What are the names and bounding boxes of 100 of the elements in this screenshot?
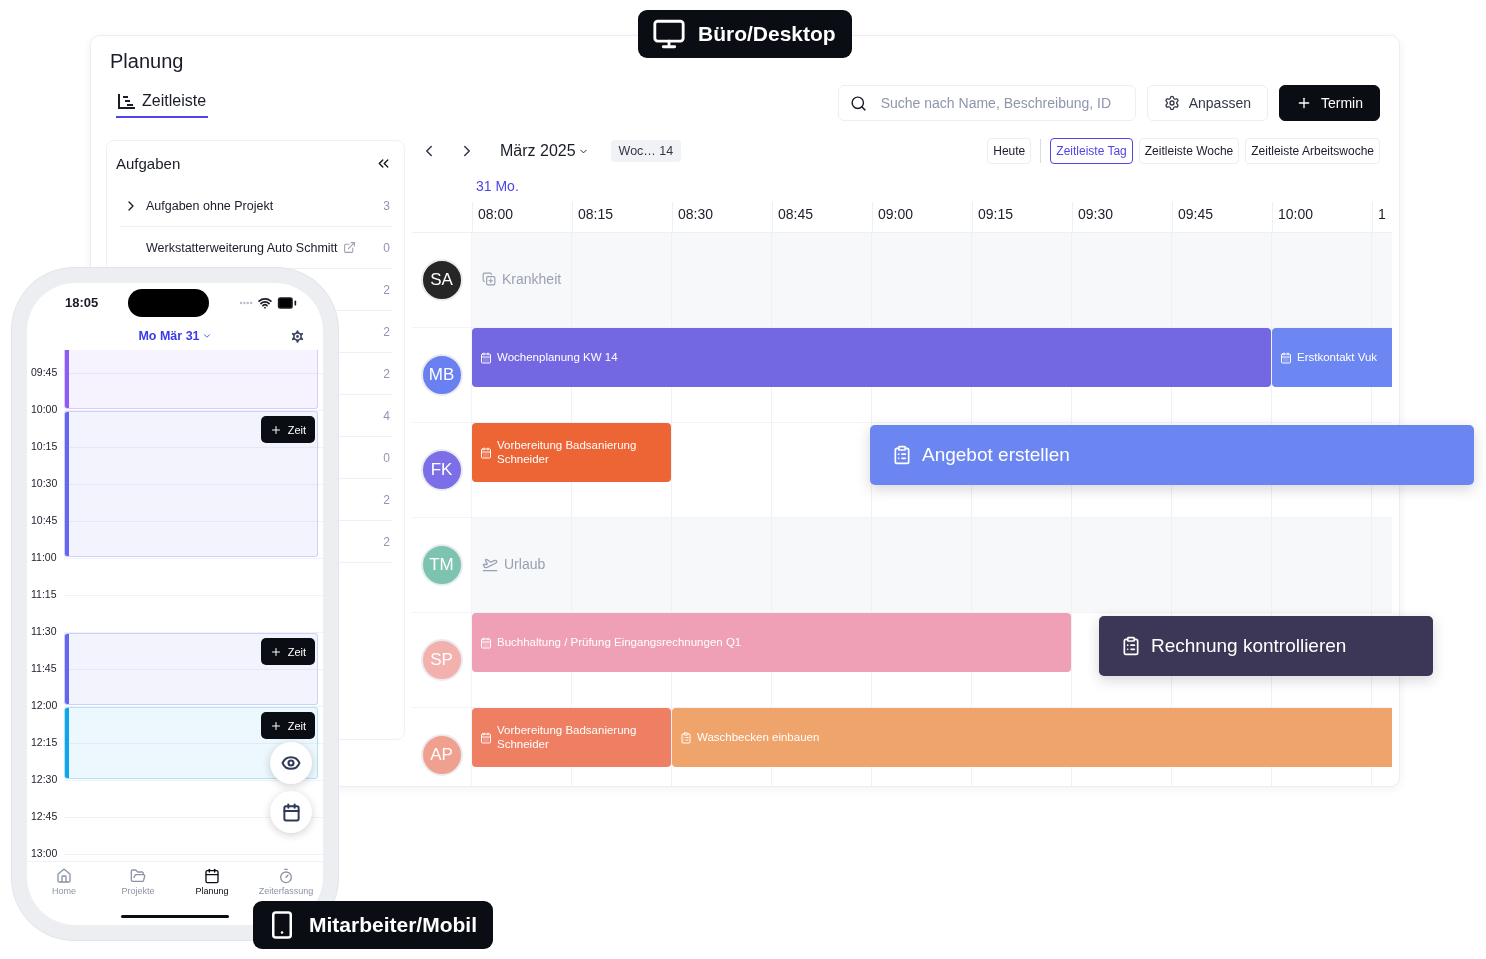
- time-header: 09:30: [1072, 202, 1172, 232]
- customize-button[interactable]: Anpassen: [1146, 85, 1268, 121]
- signal-icon: [239, 300, 253, 305]
- plus-icon: [269, 719, 282, 732]
- clipboard-icon: [680, 731, 692, 744]
- house-icon: [56, 868, 72, 884]
- settings-icon[interactable]: [289, 328, 306, 345]
- time-header: 08:30: [672, 202, 772, 232]
- task-count: 0: [383, 450, 390, 465]
- calendar-icon: [480, 351, 492, 364]
- settings-icon: [1163, 95, 1180, 111]
- panel-title: Aufgaben: [116, 154, 181, 172]
- date-dropdown[interactable]: Mo Mär 31: [132, 328, 218, 344]
- task-count: 2: [383, 366, 390, 381]
- search-icon: [849, 95, 867, 112]
- task-count: 2: [383, 534, 390, 549]
- time-label: 12:45: [31, 810, 59, 822]
- label-badge: Büro/Desktop: [638, 10, 852, 58]
- time-label: 10:00: [31, 403, 59, 415]
- calendar-button[interactable]: [270, 791, 312, 833]
- time-label: 11:45: [31, 662, 58, 674]
- wifi-icon: [258, 295, 272, 310]
- task-count: 3: [383, 198, 390, 213]
- page-title: Planung: [109, 50, 185, 73]
- day-label: 31 Mo.: [476, 178, 519, 194]
- time-header: 08:45: [772, 202, 872, 232]
- avatar: SA: [420, 259, 463, 301]
- view-button[interactable]: Zeitleiste Tag: [1050, 138, 1133, 164]
- plus-icon: [269, 423, 282, 436]
- stopwatch-icon: [278, 868, 294, 884]
- time-label: 13:00: [31, 847, 59, 859]
- clipboard-icon: [892, 445, 912, 465]
- search-field[interactable]: Suche nach Name, Beschreibung, ID: [837, 85, 1136, 121]
- view-button[interactable]: Zeitleiste Woche: [1138, 138, 1240, 164]
- time-header: 08:15: [572, 202, 672, 232]
- avatar: SP: [420, 639, 463, 681]
- avatar: AP: [420, 734, 463, 776]
- phone-event[interactable]: Zeit: [64, 707, 318, 779]
- task-group-label[interactable]: Werkstatterweiterung Auto Schmitt: [146, 240, 356, 255]
- add-time-button[interactable]: Zeit: [260, 712, 315, 739]
- add-appointment-button[interactable]: Termin: [1279, 85, 1380, 121]
- plus-icon: [269, 645, 282, 658]
- task-count: 2: [383, 492, 390, 507]
- time-header: 09:45: [1172, 202, 1272, 232]
- task-group-label[interactable]: Aufgaben ohne Projekt: [146, 198, 274, 213]
- label-badge: Mitarbeiter/Mobil: [253, 901, 493, 949]
- task-count: 2: [383, 282, 390, 297]
- time-label: 11:30: [31, 625, 58, 637]
- absence-label: Krankheit: [502, 271, 562, 287]
- week-chip[interactable]: Woc… 14: [610, 140, 682, 162]
- clipboard-icon: [1121, 636, 1141, 656]
- time-header: 09:00: [872, 202, 972, 232]
- calendar-icon: [480, 446, 492, 459]
- avatar: FK: [420, 449, 463, 491]
- status-time: 18:05: [65, 295, 99, 310]
- time-header: 1: [1372, 202, 1392, 232]
- eye-icon: [281, 753, 301, 773]
- phone-event[interactable]: Zeit: [64, 633, 318, 705]
- external-link-icon[interactable]: [342, 241, 356, 254]
- event-bar[interactable]: Wochenplanung KW 14: [472, 328, 1271, 387]
- timeline-icon: [118, 93, 136, 109]
- task-card[interactable]: Rechnung kontrollieren: [1099, 616, 1433, 676]
- avatar: MB: [420, 354, 463, 396]
- calendar-icon: [204, 868, 220, 884]
- time-label: 10:15: [31, 440, 59, 452]
- folder-icon: [130, 868, 146, 884]
- nav-tab[interactable]: Planung: [175, 862, 249, 905]
- time-label: 09:45: [31, 366, 59, 378]
- task-count: 2: [383, 324, 390, 339]
- time-label: 11:00: [31, 551, 58, 563]
- add-time-button[interactable]: Zeit: [260, 416, 315, 443]
- time-label: 12:30: [31, 773, 59, 785]
- calendar-icon: [480, 636, 492, 649]
- copy-plus-icon: [482, 272, 496, 286]
- monitor-icon: [652, 17, 686, 51]
- time-label: 10:30: [31, 477, 59, 489]
- time-label: 11:15: [31, 588, 58, 600]
- calendar-icon: [480, 731, 492, 744]
- time-header: 09:15: [972, 202, 1072, 232]
- time-label: 12:15: [31, 736, 59, 748]
- month-dropdown[interactable]: März 2025: [494, 141, 595, 161]
- time-label: 10:45: [31, 514, 59, 526]
- view-button[interactable]: Zeitleiste Arbeitswoche: [1245, 138, 1380, 164]
- plane-icon: [482, 556, 498, 572]
- phone-event[interactable]: Zeit: [64, 411, 318, 557]
- avatar: TM: [420, 544, 463, 586]
- calendar-icon: [281, 802, 301, 822]
- add-time-button[interactable]: Zeit: [260, 638, 315, 665]
- time-header: 08:00: [472, 202, 572, 232]
- timeline-tab[interactable]: Zeitleiste: [116, 88, 209, 118]
- caret-icon: [201, 331, 212, 341]
- task-count: 4: [383, 408, 390, 423]
- task-count: 0: [383, 240, 390, 255]
- eye-button[interactable]: [270, 742, 312, 784]
- time-header: 10:00: [1272, 202, 1372, 232]
- view-button[interactable]: Heute: [987, 138, 1032, 164]
- absence-label: Urlaub: [504, 556, 546, 572]
- plus-icon: [1296, 95, 1312, 111]
- calendar-icon: [1280, 351, 1292, 364]
- time-label: 12:00: [31, 699, 59, 711]
